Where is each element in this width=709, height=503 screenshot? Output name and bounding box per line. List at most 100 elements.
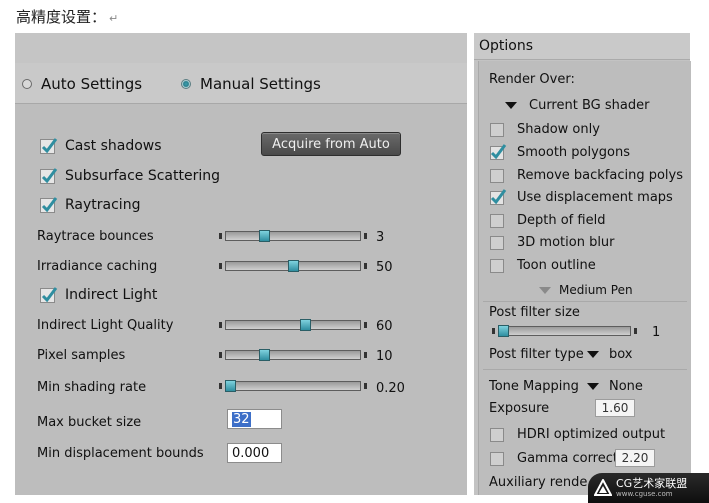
max-bucket-size-input[interactable]: 32 [227, 409, 282, 429]
checkmark-icon [490, 143, 507, 160]
slider-label: Pixel samples [37, 348, 126, 363]
post-filter-size-value: 1 [652, 325, 661, 340]
slider-min-tick [219, 383, 222, 389]
option-checkbox[interactable]: Smooth polygons [490, 143, 630, 160]
option-checkbox[interactable]: Remove backfacing polys [490, 168, 683, 183]
slider-knob[interactable] [258, 349, 270, 361]
indirect-light-checkbox[interactable]: Indirect Light [40, 286, 157, 303]
checkmark-icon [490, 188, 507, 205]
slider-track[interactable] [498, 326, 631, 336]
checkmark-icon [40, 137, 58, 154]
checkbox-icon [490, 168, 504, 183]
slider-knob[interactable] [225, 380, 236, 392]
checkmark-icon [40, 286, 58, 303]
slider-min-tick [219, 233, 222, 239]
options-body: Render Over: Current BG shader Shadow on… [478, 61, 691, 495]
slider-max-tick [364, 352, 367, 358]
slider-track[interactable] [225, 231, 361, 241]
render-over-label: Render Over: [489, 72, 575, 87]
slider-max-tick [364, 233, 367, 239]
subsurface-scattering-checkbox[interactable]: Subsurface Scattering [40, 167, 220, 184]
tone-mapping-dropdown[interactable]: None [587, 379, 657, 395]
watermark-url: www.cguse.com [616, 490, 673, 498]
watermark-text: CG艺术家联盟 [616, 477, 688, 490]
slider-min-tick [492, 328, 495, 334]
tone-mapping-label: Tone Mapping [489, 379, 579, 394]
checkbox-icon [490, 122, 504, 137]
checkmark-icon [40, 167, 58, 184]
post-filter-type-dropdown[interactable]: box [587, 347, 647, 363]
slider-knob[interactable] [258, 230, 270, 242]
slider-label: Irradiance caching [37, 259, 158, 274]
slider-max-tick [364, 263, 367, 269]
irradiance-caching-slider[interactable] [219, 260, 367, 272]
checkbox-icon [490, 258, 504, 273]
slider-knob[interactable] [300, 319, 311, 331]
option-checkbox[interactable]: Shadow only [490, 122, 600, 137]
option-checkbox[interactable]: Use displacement maps [490, 188, 673, 205]
checkbox-icon [490, 451, 504, 466]
slider-label: Indirect Light Quality [37, 318, 174, 333]
render-over-dropdown[interactable]: Current BG shader [505, 98, 675, 114]
post-filter-size-slider[interactable] [492, 325, 637, 337]
option-checkbox[interactable]: Toon outline [490, 258, 596, 273]
slider-value: 3 [376, 230, 385, 245]
min-displacement-bounds-input[interactable]: 0.000 [227, 443, 282, 463]
exposure-label: Exposure [489, 401, 550, 416]
option-checkbox[interactable]: 3D motion blur [490, 235, 615, 250]
slider-min-tick [219, 352, 222, 358]
gamma-input[interactable]: 2.20 [615, 449, 655, 467]
option-checkbox[interactable]: Depth of field [490, 213, 605, 228]
radio-selected-icon [181, 79, 191, 89]
slider-value: 60 [376, 319, 393, 334]
raytrace-bounces-slider[interactable] [219, 230, 367, 242]
cast-shadows-checkbox[interactable]: Cast shadows [40, 137, 162, 154]
hdri-optimized-checkbox[interactable]: HDRI optimized output [490, 427, 665, 442]
panel-top-strip [15, 33, 467, 63]
return-mark: ↵ [109, 12, 119, 25]
acquire-from-auto-button[interactable]: Acquire from Auto [261, 132, 401, 156]
slider-track[interactable] [225, 350, 361, 360]
indirect-light-quality-slider[interactable] [219, 319, 367, 331]
raytracing-checkbox[interactable]: Raytracing [40, 196, 140, 213]
checkmark-icon [40, 196, 58, 213]
checkbox-icon [490, 213, 504, 228]
render-settings-panel: Auto Settings Manual Settings Cast shado… [15, 33, 467, 495]
checkbox-icon [490, 235, 504, 250]
slider-track[interactable] [225, 320, 361, 330]
exposure-input[interactable]: 1.60 [595, 399, 635, 417]
slider-knob[interactable] [498, 325, 509, 337]
slider-min-tick [219, 322, 222, 328]
checkbox-icon [490, 427, 504, 442]
logo-icon [594, 479, 612, 496]
post-filter-size-label: Post filter size [489, 305, 580, 320]
slider-label: Min shading rate [37, 380, 147, 395]
radio-icon [22, 79, 32, 89]
slider-knob[interactable] [287, 260, 299, 272]
manual-settings-radio[interactable]: Manual Settings [181, 75, 321, 93]
dropdown-arrow-icon [587, 351, 599, 358]
slider-label: Raytrace bounces [37, 229, 154, 244]
min-shading-rate-slider[interactable] [219, 380, 367, 392]
slider-track[interactable] [225, 381, 361, 391]
max-bucket-size-label: Max bucket size [37, 415, 142, 430]
slider-max-tick [364, 322, 367, 328]
auxiliary-render-label: Auxiliary rende [489, 475, 588, 490]
post-filter-type-label: Post filter type [489, 347, 584, 362]
auto-settings-radio[interactable]: Auto Settings [22, 75, 142, 93]
slider-value: 10 [376, 349, 393, 364]
dropdown-arrow-icon [587, 383, 599, 390]
toon-style-dropdown[interactable]: Medium Pen [539, 283, 659, 299]
divider [483, 301, 687, 302]
divider [483, 369, 687, 370]
min-displacement-bounds-label: Min displacement bounds [37, 446, 204, 461]
watermark-badge: CG艺术家联盟 www.cguse.com [588, 473, 709, 503]
pixel-samples-slider[interactable] [219, 349, 367, 361]
slider-max-tick [364, 383, 367, 389]
options-header: Options [474, 33, 690, 60]
slider-max-tick [634, 328, 637, 334]
slider-min-tick [219, 263, 222, 269]
dropdown-arrow-icon [505, 102, 517, 109]
dropdown-arrow-icon [539, 287, 551, 294]
mode-selector: Auto Settings Manual Settings [15, 63, 467, 104]
